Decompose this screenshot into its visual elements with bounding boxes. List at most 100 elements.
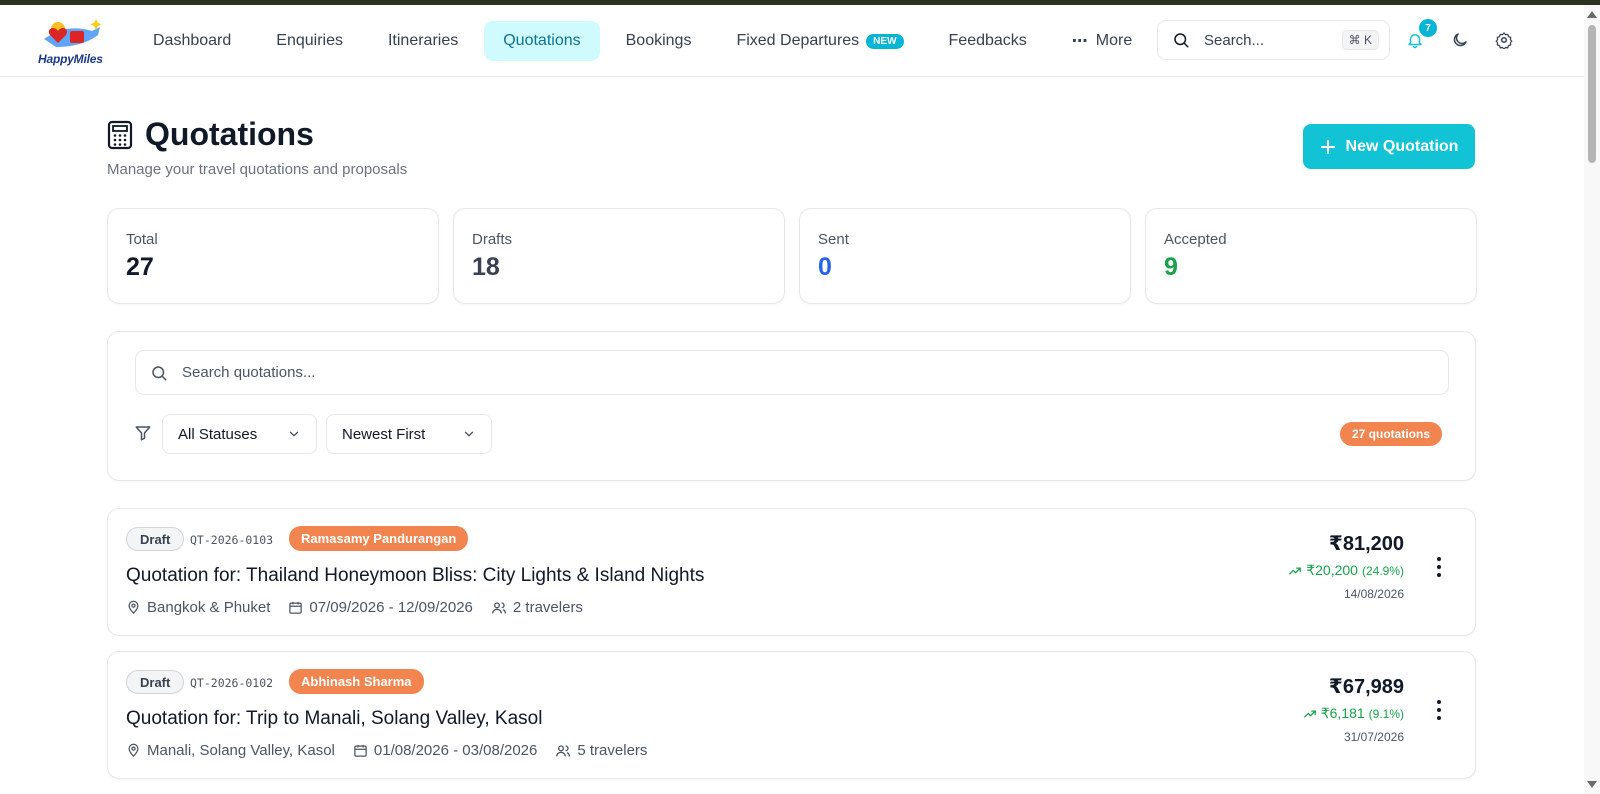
- main-nav: Dashboard Enquiries Itineraries Quotatio…: [134, 21, 1158, 61]
- calendar-icon: [289, 601, 303, 614]
- sort-select[interactable]: Newest First: [326, 414, 492, 454]
- nav-label: Feedbacks: [948, 32, 1027, 49]
- nav-bookings[interactable]: Bookings: [607, 21, 711, 61]
- margin-amount: ₹6,181: [1320, 705, 1365, 721]
- quotation-meta: Bangkok & Phuket 07/09/2026 - 12/09/2026…: [126, 599, 601, 616]
- nav-itineraries[interactable]: Itineraries: [369, 21, 477, 61]
- nav-label: Quotations: [503, 32, 581, 49]
- location-text: Manali, Solang Valley, Kasol: [147, 742, 335, 759]
- quotation-code: QT-2026-0103: [190, 533, 274, 547]
- scroll-up-icon[interactable]: [1587, 11, 1597, 18]
- meta-location: Manali, Solang Valley, Kasol: [126, 742, 335, 759]
- settings-button[interactable]: [1491, 27, 1517, 53]
- quotation-date: 14/08/2026: [1343, 587, 1404, 601]
- margin-percent: (24.9%): [1361, 563, 1404, 578]
- margin-percent: (9.1%): [1368, 706, 1404, 721]
- calendar-icon: [354, 744, 367, 757]
- status-badge: Draft: [126, 527, 185, 551]
- meta-location: Bangkok & Phuket: [126, 599, 270, 616]
- quotation-margin: ₹6,181 (9.1%): [1303, 705, 1404, 722]
- quotation-code: QT-2026-0102: [190, 676, 274, 690]
- scroll-down-icon[interactable]: [1587, 781, 1597, 788]
- new-quotation-label: New Quotation: [1345, 137, 1459, 155]
- quotation-card[interactable]: Draft QT-2026-0103 Ramasamy Pandurangan …: [107, 508, 1476, 636]
- stat-label: Sent: [818, 231, 849, 248]
- new-badge: NEW: [866, 33, 904, 49]
- meta-travelers: 2 travelers: [491, 599, 583, 616]
- nav-feedbacks[interactable]: Feedbacks: [930, 21, 1046, 61]
- travelers-text: 2 travelers: [512, 599, 583, 616]
- quotation-margin: ₹20,200 (24.9%): [1288, 562, 1404, 579]
- global-search[interactable]: Search... ⌘ K: [1157, 20, 1390, 60]
- more-options-icon[interactable]: [1433, 700, 1445, 720]
- stat-value: 0: [818, 253, 832, 281]
- status-select[interactable]: All Statuses: [162, 414, 317, 454]
- quotation-price: ₹67,989: [1328, 676, 1404, 698]
- status-select-value: All Statuses: [178, 425, 258, 443]
- client-badge: Abhinash Sharma: [289, 669, 424, 694]
- quotation-title[interactable]: Quotation for: Thailand Honeymoon Bliss:…: [126, 565, 704, 587]
- quotation-title[interactable]: Quotation for: Trip to Manali, Solang Va…: [126, 708, 542, 730]
- search-shortcut: ⌘ K: [1341, 30, 1379, 50]
- search-icon: [152, 365, 167, 380]
- moon-icon: [1453, 33, 1467, 47]
- stat-value: 27: [126, 253, 154, 281]
- meta-dates: 01/08/2026 - 03/08/2026: [353, 742, 537, 759]
- map-pin-icon: [128, 743, 139, 757]
- nav-label: Enquiries: [276, 32, 343, 49]
- quotation-date: 31/07/2026: [1343, 730, 1404, 744]
- brand-name: HappyMiles: [38, 52, 103, 66]
- nav-more[interactable]: ⋯ More: [1053, 21, 1151, 61]
- calculator-icon: [107, 120, 133, 149]
- scrollbar-thumb[interactable]: [1588, 25, 1596, 163]
- quotation-search-placeholder: Search quotations...: [182, 364, 316, 381]
- page-subtitle: Manage your travel quotations and propos…: [107, 161, 408, 178]
- trending-up-icon: [1303, 709, 1316, 718]
- status-badge: Draft: [126, 670, 185, 694]
- nav-label: Bookings: [625, 32, 692, 49]
- search-icon: [1174, 33, 1189, 48]
- trending-up-icon: [1289, 566, 1302, 575]
- sort-select-value: Newest First: [342, 425, 426, 443]
- dates-text: 01/08/2026 - 03/08/2026: [373, 742, 538, 759]
- meta-dates: 07/09/2026 - 12/09/2026: [288, 599, 473, 616]
- quotation-card[interactable]: Draft QT-2026-0102 Abhinash Sharma Quota…: [107, 651, 1476, 779]
- new-quotation-button[interactable]: New Quotation: [1303, 124, 1475, 169]
- stat-label: Accepted: [1164, 231, 1227, 248]
- notification-count-badge: 7: [1419, 19, 1437, 37]
- nav-label: More: [1095, 32, 1133, 49]
- stat-card-accepted: Accepted 9: [1145, 208, 1477, 304]
- nav-label: Itineraries: [387, 32, 459, 49]
- stat-value: 18: [472, 253, 500, 281]
- quotation-meta: Manali, Solang Valley, Kasol 01/08/2026 …: [126, 742, 665, 759]
- stat-label: Total: [126, 231, 158, 248]
- quotation-search-input[interactable]: Search quotations...: [135, 350, 1449, 395]
- dates-text: 07/09/2026 - 12/09/2026: [309, 599, 473, 616]
- gear-icon: [1495, 32, 1513, 49]
- stats-row: Total 27 Drafts 18 Sent 0 Accepted 9: [107, 208, 1477, 304]
- location-text: Bangkok & Phuket: [147, 599, 271, 616]
- quotation-count-badge: 27 quotations: [1340, 422, 1443, 446]
- travelers-text: 5 travelers: [577, 742, 648, 759]
- filter-funnel-icon: [135, 426, 151, 441]
- stat-value: 9: [1164, 253, 1178, 281]
- page-title: Quotations: [145, 116, 314, 152]
- stat-card-drafts: Drafts 18: [453, 208, 785, 304]
- stat-card-sent: Sent 0: [799, 208, 1131, 304]
- nav-fixed-departures[interactable]: Fixed Departures NEW: [717, 21, 922, 61]
- more-options-icon[interactable]: [1433, 557, 1445, 577]
- theme-toggle-button[interactable]: [1447, 27, 1473, 53]
- nav-dashboard[interactable]: Dashboard: [134, 21, 250, 61]
- nav-quotations[interactable]: Quotations: [484, 21, 600, 61]
- client-badge: Ramasamy Pandurangan: [289, 526, 469, 551]
- page-scrollbar[interactable]: [1584, 5, 1600, 794]
- chevron-down-icon: [289, 431, 299, 437]
- plus-icon: [1320, 139, 1335, 154]
- quotation-price: ₹81,200: [1328, 533, 1404, 555]
- nav-enquiries[interactable]: Enquiries: [257, 21, 362, 61]
- stat-label: Drafts: [472, 231, 513, 248]
- nav-label: Fixed Departures: [736, 32, 860, 49]
- global-search-placeholder: Search...: [1204, 31, 1265, 49]
- map-pin-icon: [128, 600, 139, 614]
- filter-panel: Search quotations... All Statuses Newest…: [107, 331, 1476, 481]
